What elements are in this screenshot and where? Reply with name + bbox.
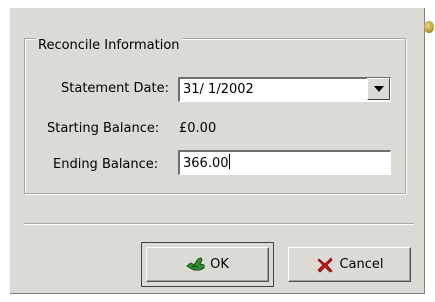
ending-balance-value: 366.00 bbox=[183, 156, 229, 171]
ok-hand-icon bbox=[186, 255, 206, 275]
starting-balance-value: £0.00 bbox=[179, 121, 217, 136]
cancel-x-icon bbox=[315, 255, 335, 275]
corner-knob-icon bbox=[424, 21, 434, 33]
ending-balance-label: Ending Balance: bbox=[53, 157, 159, 172]
triangle-down-icon bbox=[374, 86, 384, 92]
cancel-button-label: Cancel bbox=[339, 257, 384, 272]
group-title: Reconcile Information bbox=[36, 38, 182, 54]
ending-balance-field[interactable]: 366.00 bbox=[178, 150, 391, 175]
starting-balance-label: Starting Balance: bbox=[47, 121, 160, 136]
cancel-button[interactable]: Cancel bbox=[288, 247, 411, 282]
ok-button[interactable]: OK bbox=[146, 247, 269, 282]
button-separator bbox=[24, 223, 414, 225]
text-caret bbox=[228, 154, 230, 169]
statement-date-field[interactable]: 31/ 1/2002 bbox=[178, 77, 391, 102]
statement-date-label: Statement Date: bbox=[61, 81, 169, 96]
statement-date-value: 31/ 1/2002 bbox=[183, 82, 254, 97]
ok-button-label: OK bbox=[210, 257, 229, 272]
statement-date-dropdown-button[interactable] bbox=[367, 78, 390, 100]
